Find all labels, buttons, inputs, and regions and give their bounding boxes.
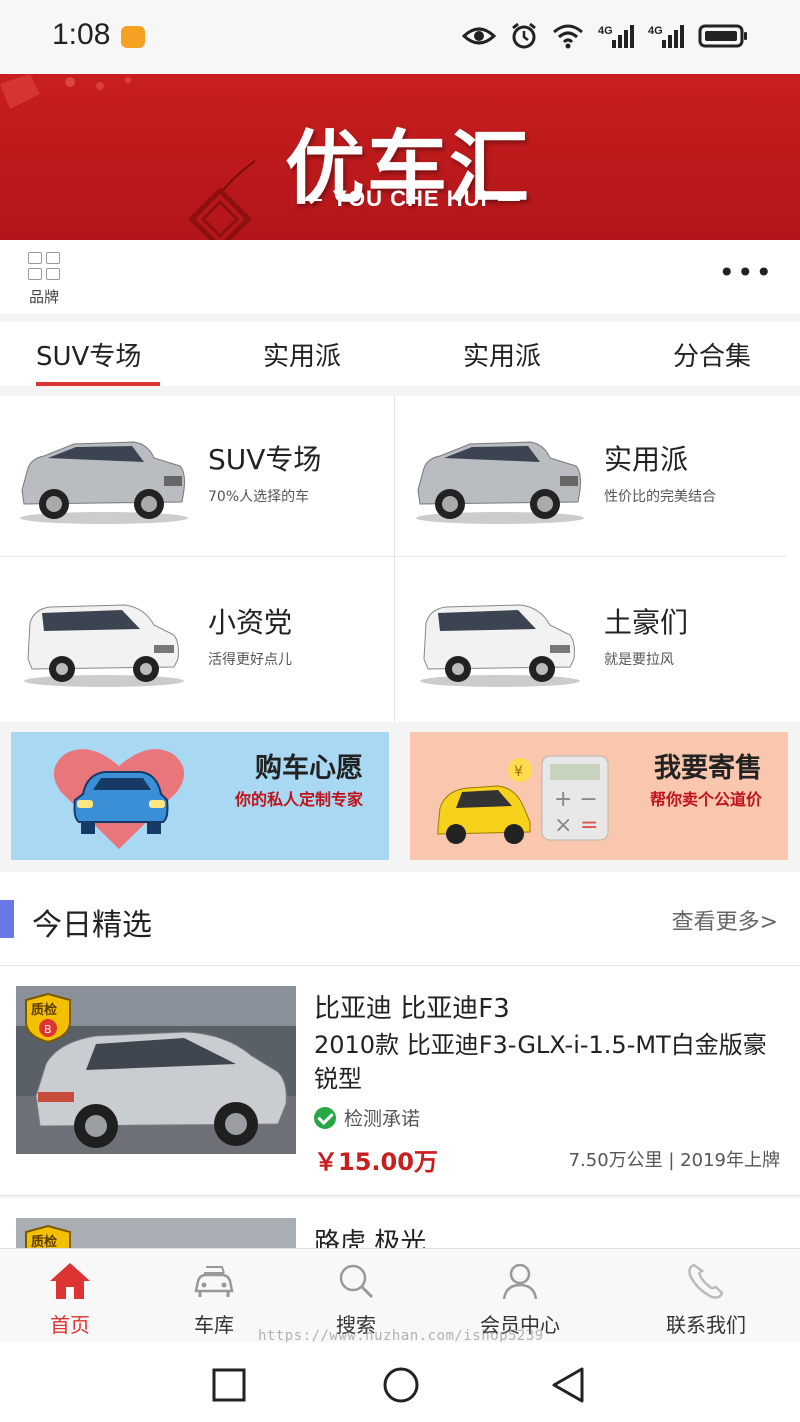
category-name: 实用派 xyxy=(604,443,689,476)
category-subtitle: 就是要拉风 xyxy=(604,652,674,668)
promo-subtitle: 帮你卖个公道价 xyxy=(649,790,762,809)
category-card-tycoon[interactable]: 土豪们 就是要拉风 xyxy=(396,559,786,720)
home-icon xyxy=(50,1263,90,1299)
status-time: 1:08 xyxy=(52,18,111,51)
back-triangle-icon[interactable] xyxy=(550,1366,586,1404)
status-icons: 4G 4G xyxy=(462,22,748,50)
listing-brand: 路虎 极光 xyxy=(314,1228,427,1248)
category-subtitle: 性价比的完美结合 xyxy=(604,489,716,505)
car-calculator-icon: + − × = ¥ xyxy=(437,755,609,844)
brand-button[interactable]: 品牌 xyxy=(24,252,64,307)
battery-icon xyxy=(698,24,747,48)
garage-car-icon xyxy=(194,1266,234,1297)
badge-label: 质检 xyxy=(31,1002,57,1018)
svg-text:+ −: + − xyxy=(554,787,598,812)
tab-practical[interactable]: 实用派 xyxy=(263,336,341,373)
view-more-link[interactable]: 查看更多> xyxy=(672,904,778,936)
suv-car-image xyxy=(416,441,584,524)
category-subtitle: 活得更好点儿 xyxy=(208,652,292,668)
suv-car-image xyxy=(20,441,188,524)
inspection-promise-label: 检测承诺 xyxy=(344,1108,421,1130)
listing-item[interactable]: 质检 B 比亚迪 比亚迪F3 2010款 比亚迪F3-GLX-i-1.5-MT白… xyxy=(0,966,800,1196)
wifi-icon xyxy=(553,24,583,49)
notification-app-icon xyxy=(121,26,145,48)
promo-consign-card[interactable]: + − × = ¥ 我要寄售 帮你卖个公道价 xyxy=(410,732,788,860)
phone-icon xyxy=(688,1263,724,1299)
todays-picks-header: 今日精选 查看更多> xyxy=(0,872,800,966)
nav-contact[interactable]: 联系我们 xyxy=(626,1249,786,1343)
section-accent-bar xyxy=(0,900,14,938)
signal-4g-icon: 4G xyxy=(598,25,634,48)
listing-item[interactable]: 质检 路虎 极光 xyxy=(0,1198,800,1248)
category-name: SUV专场 xyxy=(208,443,322,476)
system-nav-bar xyxy=(0,1342,800,1422)
user-icon xyxy=(502,1263,538,1300)
listing-thumbnail: 质检 xyxy=(16,1218,296,1248)
category-name: 土豪们 xyxy=(604,606,689,639)
nav-label: 首页 xyxy=(50,1313,90,1337)
status-bar: 1:08 4G 4G xyxy=(0,0,800,74)
promo-title: 我要寄售 xyxy=(654,753,762,784)
tab-suv[interactable]: SUV专场 xyxy=(36,336,141,373)
category-card-suv[interactable]: SUV专场 70%人选择的车 xyxy=(0,396,394,557)
grid-icon xyxy=(28,252,60,280)
listing-meta: 7.50万公里 | 2019年上牌 xyxy=(568,1150,780,1171)
more-dots-icon[interactable]: ••• xyxy=(718,259,774,287)
grid-divider xyxy=(394,396,395,722)
listing-brand: 比亚迪 比亚迪F3 xyxy=(314,994,510,1024)
quality-badge-icon: 质检 xyxy=(25,1224,71,1248)
check-circle-icon xyxy=(314,1106,336,1129)
mpv-car-image xyxy=(420,604,580,687)
section-title: 今日精选 xyxy=(32,908,152,943)
red-envelope-decor xyxy=(0,74,131,109)
listing-model: 2010款 比亚迪F3-GLX-i-1.5-MT白金版豪锐型 xyxy=(314,1031,767,1093)
heart-car-icon xyxy=(53,749,185,849)
app-logo-subtitle: YOU CHE HUI xyxy=(290,186,530,212)
header-banner: 优车汇 YOU CHE HUI xyxy=(0,74,800,240)
tab-active-indicator xyxy=(36,382,160,386)
signal-4g-icon: 4G xyxy=(648,25,684,48)
category-subtitle: 70%人选择的车 xyxy=(208,489,310,505)
category-card-practical[interactable]: 实用派 性价比的完美结合 xyxy=(396,396,786,557)
badge-grade: B xyxy=(44,1023,52,1036)
category-grid: SUV专场 70%人选择的车 实用派 性价比的完美结合 小资党 活得更好点儿 土… xyxy=(0,396,800,722)
listing-thumbnail: 质检 B xyxy=(16,986,296,1154)
inspection-promise: 检测承诺 xyxy=(314,1104,420,1131)
home-circle-icon[interactable] xyxy=(382,1366,420,1404)
promo-subtitle: 你的私人定制专家 xyxy=(234,790,363,809)
quality-badge-icon: 质检 B xyxy=(25,992,71,1044)
nav-home[interactable]: 首页 xyxy=(0,1249,150,1343)
alarm-icon xyxy=(512,22,536,49)
category-tabs: SUV专场 实用派 实用派 分合集 xyxy=(0,322,800,386)
nav-label: 联系我们 xyxy=(666,1313,746,1337)
badge-label: 质检 xyxy=(31,1234,57,1248)
category-name: 小资党 xyxy=(208,606,293,639)
svg-text:=: = xyxy=(580,813,598,838)
category-card-petit-bourgeois[interactable]: 小资党 活得更好点儿 xyxy=(0,559,394,720)
brand-label: 品牌 xyxy=(28,288,59,306)
promo-wish-card[interactable]: 购车心愿 你的私人定制专家 xyxy=(11,732,389,860)
tab-practical-2[interactable]: 实用派 xyxy=(463,336,541,373)
svg-text:4G: 4G xyxy=(598,25,613,37)
svg-text:¥: ¥ xyxy=(514,764,523,780)
svg-text:×: × xyxy=(554,813,572,838)
listing-price: ￥15.00万 xyxy=(314,1148,438,1176)
chinese-knot-icon xyxy=(188,159,255,240)
search-icon xyxy=(339,1264,374,1299)
promo-title: 购车心愿 xyxy=(255,753,363,784)
mpv-car-image xyxy=(24,604,184,687)
tab-collection[interactable]: 分合集 xyxy=(673,336,751,373)
brand-row: 品牌 ••• xyxy=(0,240,800,314)
eye-icon xyxy=(462,27,496,45)
svg-text:4G: 4G xyxy=(648,25,663,37)
recents-square-icon[interactable] xyxy=(212,1368,246,1402)
